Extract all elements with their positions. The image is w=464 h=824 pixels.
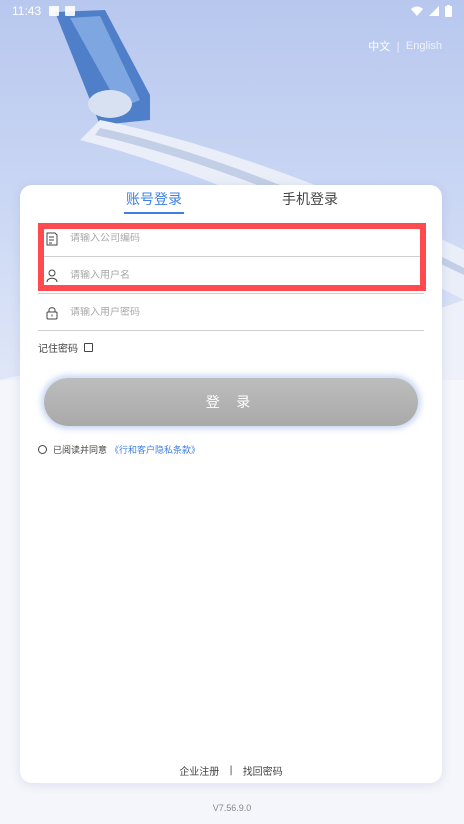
tab-account-login-label: 账号登录 <box>126 192 182 208</box>
lock-icon <box>44 305 60 321</box>
language-switch: 中文 | English <box>368 38 442 54</box>
password-field <box>38 295 424 331</box>
find-password-link[interactable]: 找回密码 <box>243 763 283 778</box>
wifi-icon <box>411 6 423 16</box>
tab-phone-login[interactable]: 手机登录 <box>282 189 338 209</box>
tab-phone-login-label: 手机登录 <box>282 192 338 208</box>
status-bar: 11:43 <box>0 0 464 22</box>
bottom-links: 企业注册 | 找回密码 <box>20 763 442 778</box>
language-separator: | <box>396 39 400 53</box>
company-code-field <box>38 221 424 257</box>
language-chinese[interactable]: 中文 <box>368 38 390 54</box>
agreement-row: 已阅读并同意 《行和客户隐私条款》 <box>38 443 200 456</box>
agreement-radio[interactable] <box>38 445 47 454</box>
active-tab-indicator <box>124 212 184 214</box>
remember-password-label: 记住密码 <box>38 344 78 355</box>
remember-password-checkbox[interactable] <box>84 343 93 352</box>
company-code-input[interactable] <box>70 233 424 244</box>
username-field <box>38 258 424 294</box>
notification-a-icon <box>65 6 76 16</box>
notification-image-icon <box>49 6 60 16</box>
language-english[interactable]: English <box>406 40 442 52</box>
enterprise-register-link[interactable]: 企业注册 <box>179 763 219 778</box>
password-input[interactable] <box>70 307 424 318</box>
login-tabs: 账号登录 手机登录 <box>20 189 442 217</box>
remember-password[interactable]: 记住密码 <box>38 340 93 355</box>
user-icon <box>44 268 60 284</box>
document-icon <box>44 231 60 247</box>
login-button[interactable]: 登 录 <box>44 378 418 426</box>
footer-divider: | <box>229 765 233 776</box>
app-version: V7.56.9.0 <box>212 803 252 813</box>
tab-account-login[interactable]: 账号登录 <box>124 189 184 214</box>
agreement-text: 已阅读并同意 <box>53 446 108 456</box>
login-card: 账号登录 手机登录 记住密码 登 录 已阅读并同意 《行和客户隐私条款》 <box>20 185 442 783</box>
signal-icon <box>429 6 439 16</box>
privacy-policy-link[interactable]: 《行和客户隐私条款》 <box>110 443 200 456</box>
username-input[interactable] <box>70 270 424 281</box>
status-time: 11:43 <box>12 4 42 18</box>
battery-icon <box>445 5 452 17</box>
